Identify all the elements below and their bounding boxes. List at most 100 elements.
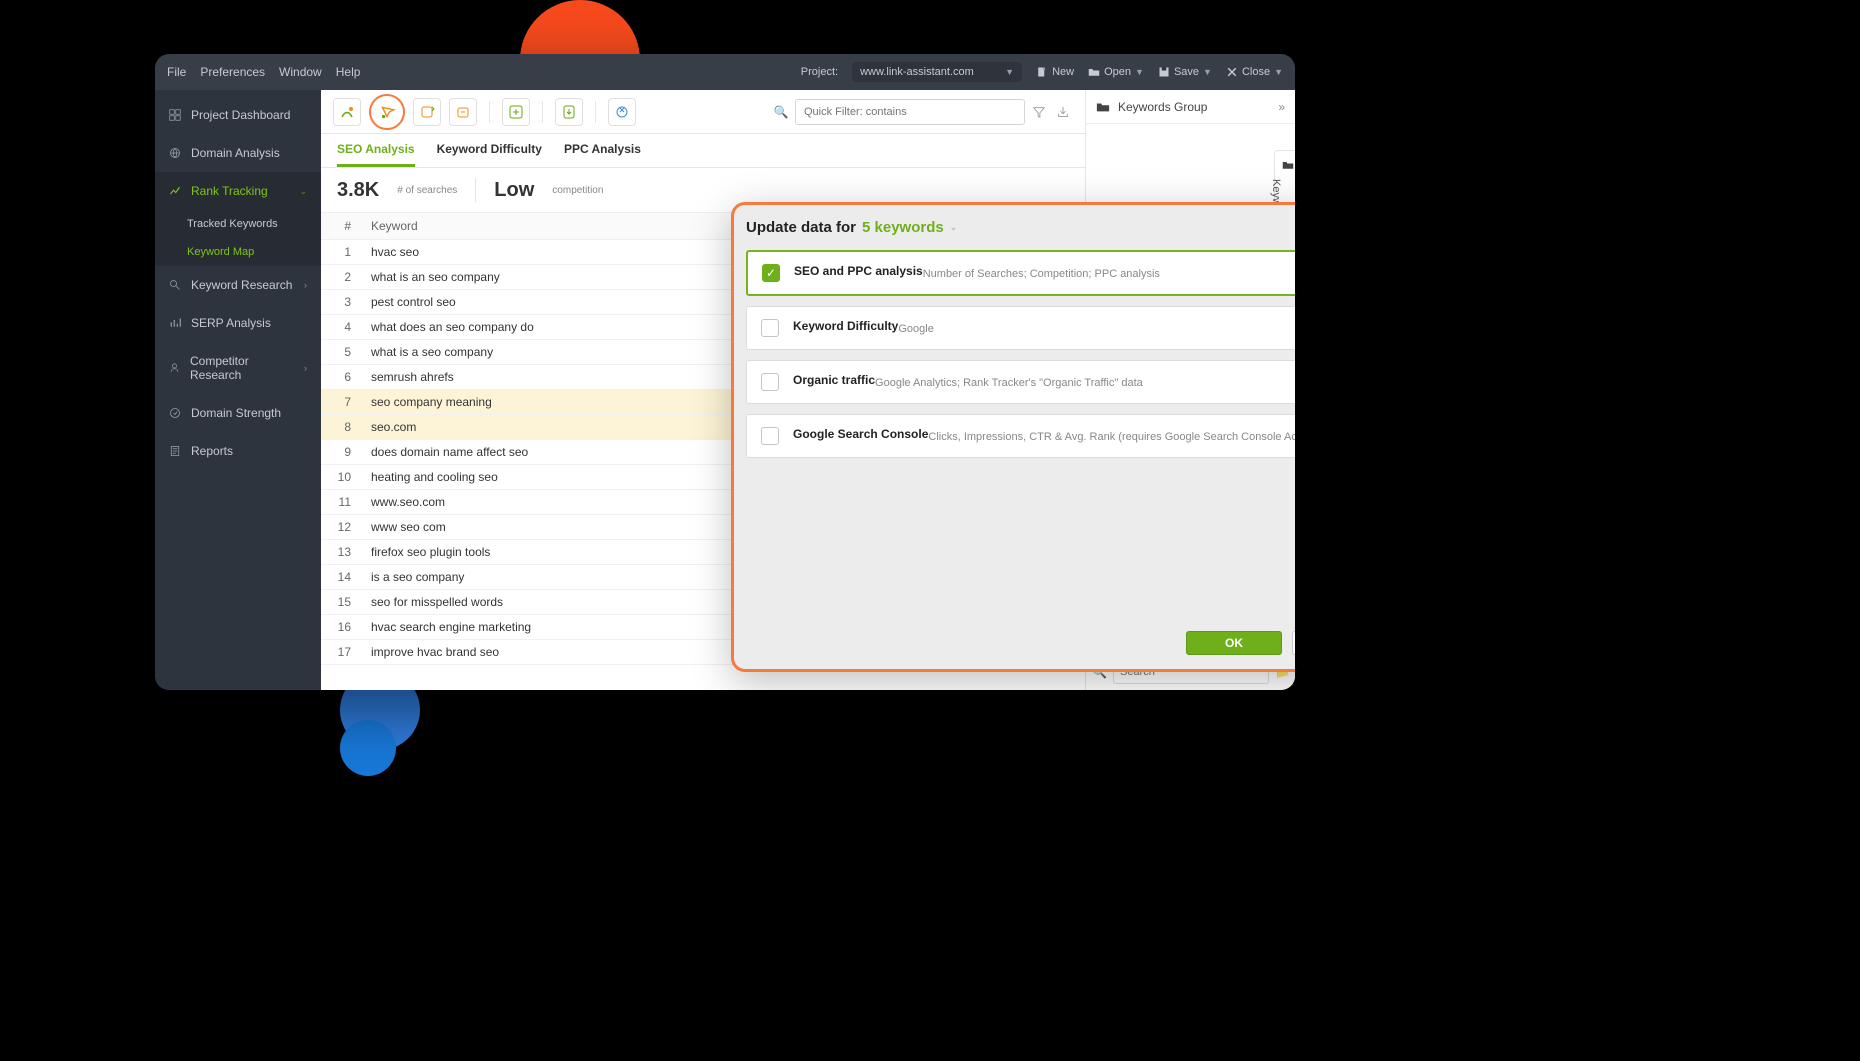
export-icon[interactable] <box>1053 102 1073 122</box>
card-title: SEO and PPC analysis <box>794 264 923 280</box>
menu-help[interactable]: Help <box>336 65 361 79</box>
card-desc: Google <box>898 323 933 335</box>
cell-keyword: what is a seo company <box>361 340 785 365</box>
new-button[interactable]: New <box>1036 66 1074 78</box>
modal-card[interactable]: Google Search ConsoleClicks, Impressions… <box>746 414 1295 458</box>
card-desc: Number of Searches; Competition; PPC ana… <box>923 268 1160 280</box>
cell-keyword: www.seo.com <box>361 490 785 515</box>
cell-number: 16 <box>321 615 361 640</box>
menu-preferences[interactable]: Preferences <box>200 65 265 79</box>
cell-number: 9 <box>321 440 361 465</box>
cell-keyword: what does an seo company do <box>361 315 785 340</box>
cell-keyword: improve hvac brand seo <box>361 640 785 665</box>
menu-file[interactable]: File <box>167 65 186 79</box>
toolbar-btn-3[interactable] <box>413 98 441 126</box>
sidebar-item-tracked-keywords[interactable]: Tracked Keywords <box>155 210 321 238</box>
col-keyword[interactable]: Keyword <box>361 213 785 240</box>
folder-icon <box>1282 159 1294 171</box>
sidebar-item-rank-tracking[interactable]: Rank Tracking ⌄ <box>155 172 321 210</box>
toolbar-btn-import[interactable] <box>555 98 583 126</box>
toolbar-btn-1[interactable] <box>333 98 361 126</box>
cell-number: 1 <box>321 240 361 265</box>
cell-keyword: does domain name affect seo <box>361 440 785 465</box>
project-label: Project: <box>801 66 838 78</box>
sidebar-item-keyword-research[interactable]: Keyword Research › <box>155 266 321 304</box>
cell-number: 17 <box>321 640 361 665</box>
searches-label: # of searches <box>397 185 457 196</box>
collapse-icon[interactable]: » <box>1278 100 1285 114</box>
sidebar-item-domain-analysis[interactable]: Domain Analysis <box>155 134 321 172</box>
sidebar-item-label: SERP Analysis <box>191 316 271 330</box>
new-button-label: New <box>1052 66 1074 78</box>
project-dropdown-value: www.link-assistant.com <box>860 66 974 78</box>
checkbox[interactable]: ✓ <box>762 264 780 282</box>
modal-card[interactable]: Organic trafficGoogle Analytics; Rank Tr… <box>746 360 1295 404</box>
open-button-label: Open <box>1104 66 1131 78</box>
close-button[interactable]: Close ▼ <box>1226 66 1283 78</box>
sidebar-item-competitor-research[interactable]: Competitor Research › <box>155 342 321 394</box>
project-dropdown[interactable]: www.link-assistant.com ▼ <box>852 62 1022 82</box>
sidebar-item-reports[interactable]: Reports <box>155 432 321 470</box>
save-button[interactable]: Save ▼ <box>1158 66 1212 78</box>
sidebar-item-label: Keyword Research <box>191 278 292 292</box>
modal-card[interactable]: Keyword DifficultyGoogle <box>746 306 1295 350</box>
sidebar-item-keyword-map[interactable]: Keyword Map <box>155 238 321 266</box>
toolbar: 🔍 <box>321 90 1085 134</box>
toolbar-btn-4[interactable] <box>449 98 477 126</box>
toolbar-btn-link[interactable] <box>608 98 636 126</box>
checkbox[interactable] <box>761 319 779 337</box>
cell-keyword: www seo com <box>361 515 785 540</box>
sidebar-item-label: Domain Analysis <box>191 146 280 160</box>
modal-cancel-button[interactable]: Cancel <box>1292 631 1295 655</box>
sidebar-item-label: Domain Strength <box>191 406 281 420</box>
save-button-label: Save <box>1174 66 1199 78</box>
cell-keyword: seo company meaning <box>361 390 785 415</box>
card-desc: Google Analytics; Rank Tracker's "Organi… <box>875 377 1143 389</box>
cell-number: 3 <box>321 290 361 315</box>
tab-keyword-difficulty[interactable]: Keyword Difficulty <box>437 142 542 167</box>
cell-keyword: what is an seo company <box>361 265 785 290</box>
sidebar-item-label: Project Dashboard <box>191 108 290 122</box>
sidebar-item-serp-analysis[interactable]: SERP Analysis <box>155 304 321 342</box>
chevron-down-icon: ▼ <box>1203 67 1212 77</box>
update-data-modal: Update data for 5 keywords ⌄ ✓ SEO and PP… <box>731 202 1295 672</box>
chevron-right-icon: › <box>304 363 307 373</box>
cell-number: 14 <box>321 565 361 590</box>
filter-icon[interactable] <box>1029 102 1049 122</box>
cell-keyword: semrush ahrefs <box>361 365 785 390</box>
sidebar-item-domain-strength[interactable]: Domain Strength <box>155 394 321 432</box>
card-title: Google Search Console <box>793 427 928 443</box>
checkbox[interactable] <box>761 373 779 391</box>
open-button[interactable]: Open ▼ <box>1088 66 1144 78</box>
tab-ppc-analysis[interactable]: PPC Analysis <box>564 142 641 167</box>
modal-title: Update data for 5 keywords ⌄ <box>746 219 1295 236</box>
modal-ok-button[interactable]: OK <box>1186 631 1282 655</box>
toolbar-btn-update-highlighted[interactable] <box>369 94 405 130</box>
quick-filter-input[interactable] <box>795 99 1025 125</box>
right-panel-title: Keywords Group <box>1118 100 1207 114</box>
cell-keyword: firefox seo plugin tools <box>361 540 785 565</box>
cell-keyword: is a seo company <box>361 565 785 590</box>
cell-number: 5 <box>321 340 361 365</box>
checkbox[interactable] <box>761 427 779 445</box>
sidebar: Project Dashboard Domain Analysis Rank T… <box>155 90 321 690</box>
cell-keyword: hvac search engine marketing <box>361 615 785 640</box>
modal-card[interactable]: ✓ SEO and PPC analysisNumber of Searches;… <box>746 250 1295 296</box>
cell-number: 4 <box>321 315 361 340</box>
sidebar-item-project-dashboard[interactable]: Project Dashboard <box>155 96 321 134</box>
competition-value: Low <box>494 179 534 202</box>
sidebar-item-label: Tracked Keywords <box>187 218 278 230</box>
sidebar-item-label: Rank Tracking <box>191 184 268 198</box>
cell-number: 7 <box>321 390 361 415</box>
sidebar-item-label: Reports <box>191 444 233 458</box>
tab-seo-analysis[interactable]: SEO Analysis <box>337 142 415 167</box>
cell-number: 2 <box>321 265 361 290</box>
toolbar-btn-add[interactable] <box>502 98 530 126</box>
sidebar-item-label: Keyword Map <box>187 246 254 258</box>
menu-window[interactable]: Window <box>279 65 322 79</box>
menubar: File Preferences Window Help Project: ww… <box>155 54 1295 90</box>
cell-number: 8 <box>321 415 361 440</box>
chevron-down-icon[interactable]: ⌄ <box>950 222 958 233</box>
col-number[interactable]: # <box>321 213 361 240</box>
cell-number: 15 <box>321 590 361 615</box>
